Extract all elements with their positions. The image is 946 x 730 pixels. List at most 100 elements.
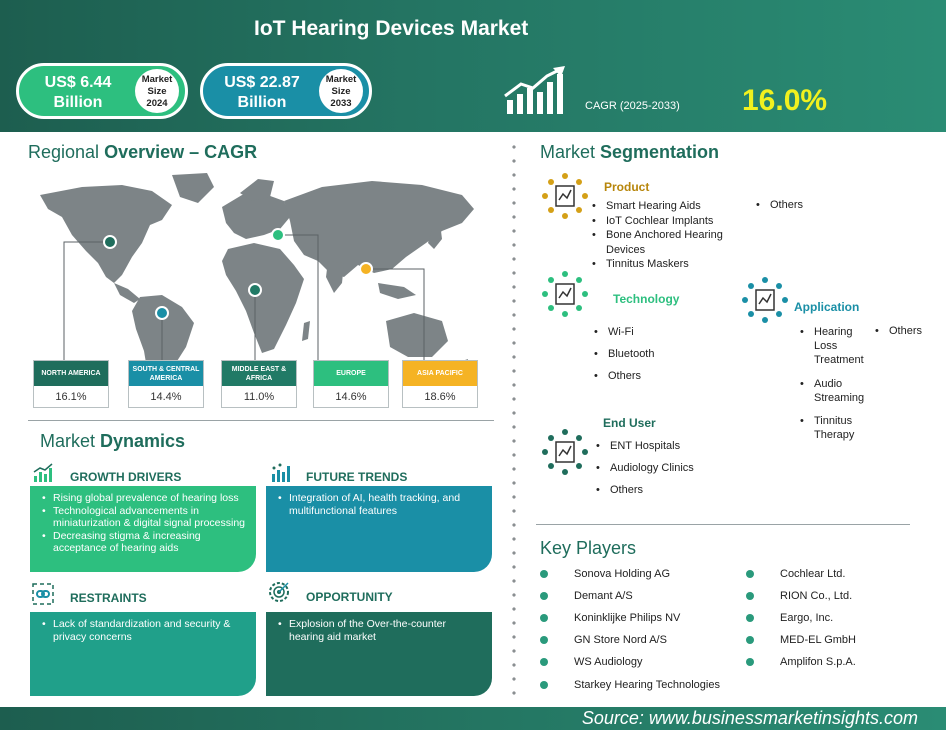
list-item: Decreasing stigma & increasing acceptanc… [42,530,246,555]
region-card-middle-east-africa: MIDDLE EAST & AFRICA 11.0% [221,360,297,408]
source-link[interactable]: Source: www.businessmarketinsights.com [582,708,918,729]
amount-value: US$ 6.44 [44,74,112,91]
heading-bold: Dynamics [100,431,186,451]
regional-overview-heading: Regional Overview – CAGR [28,142,257,163]
region-card-europe: EUROPE 14.6% [313,360,389,408]
player-bullet [540,614,548,622]
opportunity-card: Explosion of the Over-the-counter hearin… [266,612,492,696]
end-user-list: ENT Hospitals Audiology Clinics Others [594,435,754,501]
trend-chart-icon [272,463,290,482]
vertical-dotted-divider [512,140,516,700]
restraints-title: RESTRAINTS [70,591,147,605]
product-title: Product [604,180,650,194]
market-size-2033-pill: US$ 22.87 Billion Market Size 2033 [200,63,372,119]
growth-drivers-card: Rising global prevalence of hearing loss… [30,486,256,572]
player-bullet [746,614,754,622]
player-bullet [540,570,548,578]
player-name: Eargo, Inc. [780,612,834,624]
region-card-north-america: NORTH AMERICA 16.1% [33,360,109,408]
future-trends-title: FUTURE TRENDS [306,470,408,484]
amount-unit: Billion [237,94,287,111]
player-name: MED-EL GmbH [780,634,856,646]
region-name: MIDDLE EAST & AFRICA [222,361,296,386]
restraint-link-icon [32,583,54,605]
player-bullet [540,636,548,644]
list-item: Explosion of the Over-the-counter hearin… [278,618,482,643]
region-card-south-central-america: SOUTH & CENTRAL AMERICA 14.4% [128,360,204,408]
list-item: Smart Hearing Aids [590,199,760,214]
restraints-card: Lack of standardization and security & p… [30,612,256,696]
south-central-america-marker [155,306,169,320]
player-bullet [746,592,754,600]
list-item: Wi-Fi [592,321,712,343]
technology-title: Technology [613,292,680,306]
player-bullet [746,658,754,666]
player-bullet [540,658,548,666]
heading-bold: Overview – CAGR [104,142,258,162]
technology-list: Wi-Fi Bluetooth Others [592,321,712,387]
region-name: ASIA PACIFIC [403,361,477,386]
list-item: Technological advancements in miniaturiz… [42,505,246,530]
list-item: Bluetooth [592,343,712,365]
north-america-marker [103,235,117,249]
application-icon [742,277,788,323]
badge-line: Size [147,86,167,97]
technology-icon [542,271,588,317]
bar-growth-icon [33,463,53,482]
market-size-2024-pill: US$ 6.44 Billion Market Size 2024 [16,63,188,119]
badge-year: 2024 [146,98,168,109]
region-name: EUROPE [314,361,388,386]
list-item: Audio Streaming [798,377,878,405]
badge-line: Size [331,86,351,97]
market-dynamics-heading: Market Dynamics [40,431,185,452]
list-item: Others [592,365,712,387]
list-item: Others [873,325,943,337]
end-user-icon [542,429,588,475]
market-size-2033-amount: US$ 22.87 Billion [203,73,321,113]
growth-chart-icon [504,66,565,114]
heading-light: Regional [28,142,105,162]
player-name: WS Audiology [574,656,643,668]
player-bullet [540,681,548,689]
list-item: Integration of AI, health tracking, and … [278,492,482,517]
market-size-2024-badge: Market Size 2024 [135,69,179,113]
key-players-heading: Key Players [540,538,637,558]
list-item: Bone Anchored Hearing Devices [590,228,736,257]
market-size-2024-amount: US$ 6.44 Billion [19,73,137,113]
region-cagr-value: 11.0% [243,391,275,403]
region-cagr-value: 14.4% [150,391,182,403]
player-name: GN Store Nord A/S [574,634,667,646]
opportunity-title: OPPORTUNITY [306,590,393,604]
heading-light: Market [540,142,601,162]
region-cagr-value: 14.6% [335,391,367,403]
end-user-title: End User [603,416,656,430]
page-title: IoT Hearing Devices Market [254,17,529,40]
region-name: SOUTH & CENTRAL AMERICA [129,361,203,386]
badge-year: 2033 [330,98,352,109]
footer-bar: Source: www.businessmarketinsights.com [0,707,946,730]
list-item: Lack of standardization and security & p… [42,618,246,643]
badge-line: Market [141,74,173,85]
list-item: Hearing Loss Treatment [798,325,878,367]
player-name: Amplifon S.p.A. [780,656,856,668]
region-cagr-value: 18.6% [424,391,456,403]
application-title: Application [794,300,860,314]
growth-drivers-title: GROWTH DRIVERS [70,470,182,484]
player-name: RION Co., Ltd. [780,590,853,602]
player-name: Cochlear Ltd. [780,568,846,580]
cagr-value: 16.0% [742,84,828,117]
product-list-right: Others [754,199,854,211]
amount-unit: Billion [53,94,103,111]
future-trends-card: Integration of AI, health tracking, and … [266,486,492,572]
player-name: Sonova Holding AG [574,568,671,580]
region-card-asia-pacific: ASIA PACIFIC 18.6% [402,360,478,408]
region-cagr-value: 16.1% [55,391,87,403]
list-item: Rising global prevalence of hearing loss [42,492,246,505]
section-divider [28,420,494,421]
player-bullet [540,592,548,600]
player-bullet [746,570,754,578]
section-divider [536,524,910,525]
amount-value: US$ 22.87 [224,74,300,91]
list-item: Others [754,199,854,211]
product-icon [542,173,588,219]
